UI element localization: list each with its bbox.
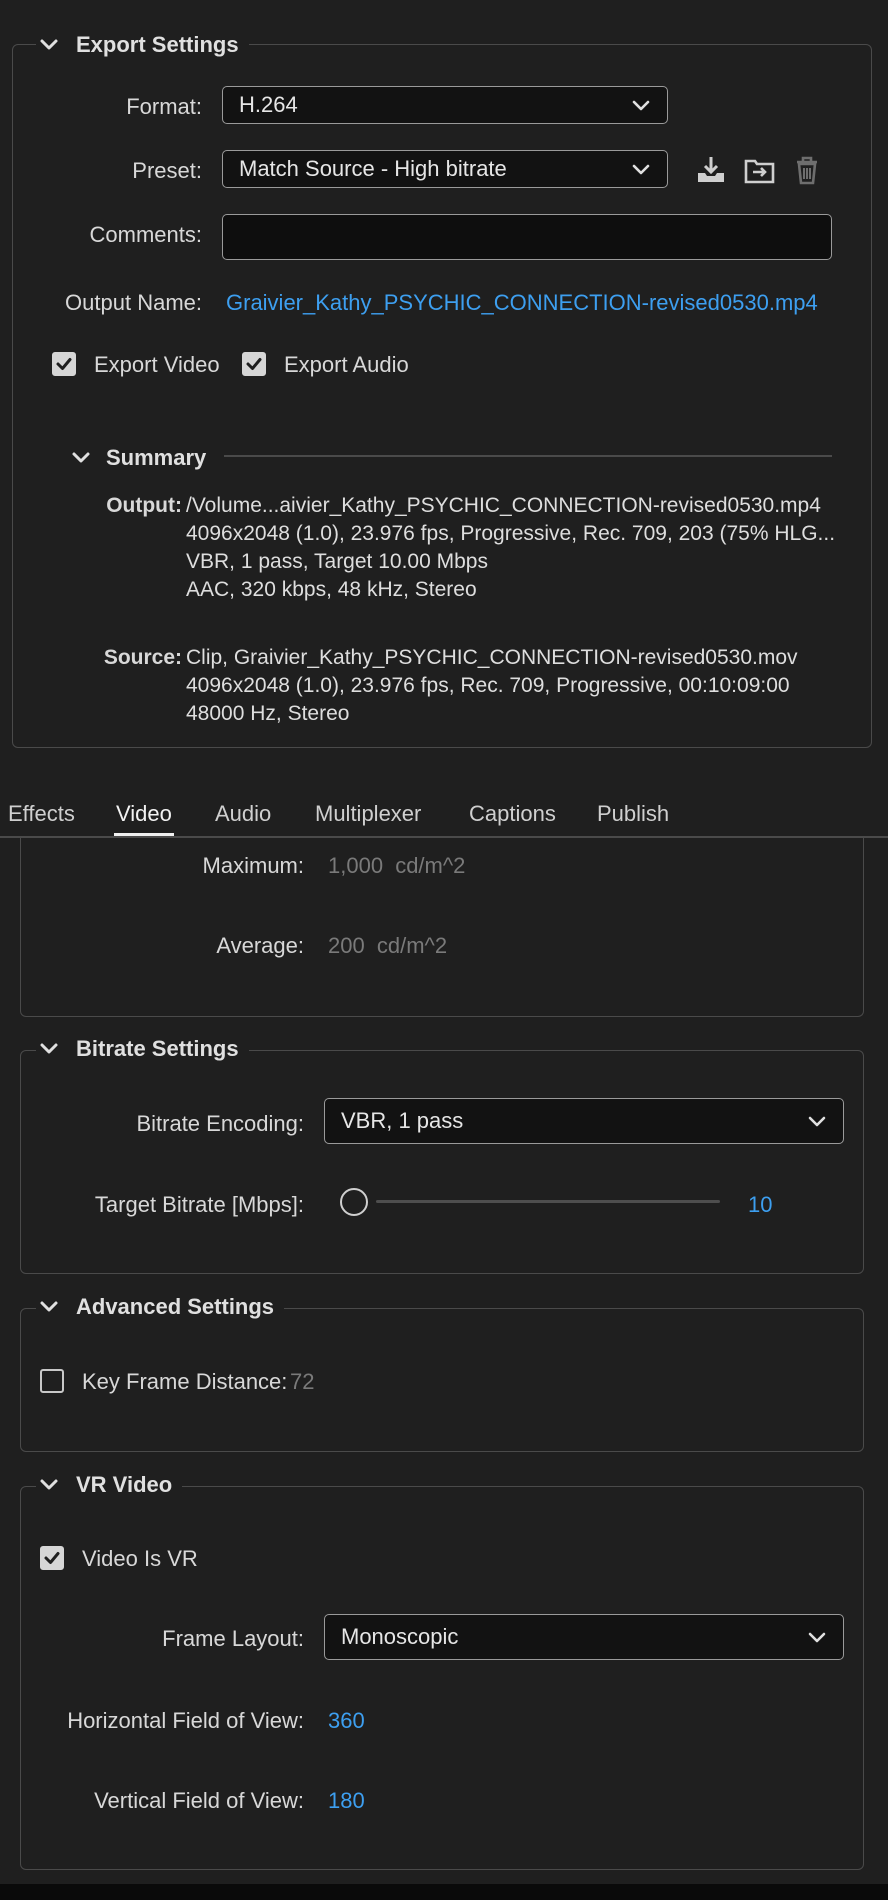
target-bitrate-slider-thumb[interactable] [340, 1188, 368, 1216]
summary-source-line: Clip, Graivier_Kathy_PSYCHIC_CONNECTION-… [186, 646, 798, 669]
comments-label: Comments: [89, 222, 202, 247]
comments-field[interactable] [222, 214, 832, 260]
frame-layout-value: Monoscopic [341, 1624, 459, 1649]
vertical-fov-value[interactable]: 180 [328, 1788, 365, 1814]
advanced-settings-title: Advanced Settings [76, 1294, 275, 1319]
bottom-edge [0, 1884, 888, 1900]
horizontal-fov-label: Horizontal Field of View: [67, 1708, 304, 1733]
average-value: 200 cd/m^2 [328, 933, 447, 959]
video-is-vr-label[interactable]: Video Is VR [82, 1546, 198, 1572]
summary-output-line: /Volume...aivier_Kathy_PSYCHIC_CONNECTIO… [186, 494, 821, 517]
keyframe-distance-value[interactable]: 72 [290, 1369, 314, 1395]
bitrate-settings-header[interactable]: Bitrate Settings [36, 1034, 249, 1064]
export-audio-checkbox[interactable] [242, 352, 266, 376]
maximum-value: 1,000 cd/m^2 [328, 853, 465, 879]
format-label: Format: [126, 94, 202, 119]
bitrate-encoding-label: Bitrate Encoding: [136, 1111, 304, 1136]
tab-video[interactable]: Video [116, 801, 172, 827]
format-value: H.264 [239, 92, 298, 117]
chevron-down-icon [629, 157, 653, 181]
maximum-unit: cd/m^2 [395, 853, 466, 878]
delete-preset-icon[interactable] [790, 153, 824, 187]
frame-layout-select[interactable]: Monoscopic [324, 1614, 844, 1660]
export-video-checkbox[interactable] [52, 352, 76, 376]
summary-output-line: VBR, 1 pass, Target 10.00 Mbps [186, 550, 488, 573]
checkmark-icon [56, 358, 72, 370]
summary-title: Summary [106, 445, 207, 470]
checkmark-icon [246, 358, 262, 370]
tab-effects[interactable]: Effects [8, 801, 75, 827]
average-label: Average: [216, 933, 304, 958]
chevron-down-icon [629, 93, 653, 117]
summary-output-line: AAC, 320 kbps, 48 kHz, Stereo [186, 578, 477, 601]
summary-output-label: Output: [106, 494, 182, 517]
vr-video-title: VR Video [76, 1472, 173, 1497]
target-bitrate-slider-track[interactable] [376, 1200, 720, 1203]
bitrate-encoding-select[interactable]: VBR, 1 pass [324, 1098, 844, 1144]
chevron-down-icon [805, 1109, 829, 1133]
preset-select[interactable]: Match Source - High bitrate [222, 150, 668, 188]
summary-divider [224, 455, 832, 457]
average-unit: cd/m^2 [376, 933, 448, 958]
keyframe-distance-checkbox[interactable] [40, 1369, 64, 1393]
summary-source-line: 48000 Hz, Stereo [186, 702, 350, 725]
chevron-down-icon[interactable] [36, 1472, 62, 1498]
maximum-number: 1,000 [328, 853, 384, 878]
tab-audio[interactable]: Audio [215, 801, 271, 827]
tab-multiplexer[interactable]: Multiplexer [315, 801, 421, 827]
vr-video-header[interactable]: VR Video [36, 1470, 183, 1500]
target-bitrate-value[interactable]: 10 [748, 1192, 772, 1218]
export-settings-header[interactable]: Export Settings [36, 30, 249, 60]
tab-captions[interactable]: Captions [469, 801, 556, 827]
summary-output-line: 4096x2048 (1.0), 23.976 fps, Progressive… [186, 522, 836, 545]
maximum-label: Maximum: [202, 853, 304, 878]
chevron-down-icon[interactable] [36, 1294, 62, 1320]
preset-label: Preset: [132, 158, 202, 183]
bitrate-encoding-value: VBR, 1 pass [341, 1108, 464, 1133]
import-preset-icon[interactable] [743, 153, 777, 187]
export-settings-title: Export Settings [76, 32, 239, 57]
summary-source-label: Source: [103, 646, 182, 669]
bitrate-settings-title: Bitrate Settings [76, 1036, 239, 1061]
chevron-down-icon[interactable] [68, 445, 94, 471]
output-name-label: Output Name: [65, 290, 202, 315]
format-select[interactable]: H.264 [222, 86, 668, 124]
save-preset-icon[interactable] [694, 153, 728, 187]
chevron-down-icon [805, 1625, 829, 1649]
keyframe-distance-label[interactable]: Key Frame Distance: [82, 1369, 287, 1395]
target-bitrate-label: Target Bitrate [Mbps]: [94, 1192, 304, 1217]
video-is-vr-checkbox[interactable] [40, 1546, 64, 1570]
checkmark-icon [44, 1552, 60, 1564]
chevron-down-icon[interactable] [36, 32, 62, 58]
output-name-link[interactable]: Graivier_Kathy_PSYCHIC_CONNECTION-revise… [226, 290, 818, 316]
advanced-settings-header[interactable]: Advanced Settings [36, 1292, 285, 1322]
average-number: 200 [328, 933, 365, 958]
frame-layout-label: Frame Layout: [162, 1626, 304, 1651]
bitrate-settings-group [20, 1050, 864, 1274]
preset-value: Match Source - High bitrate [239, 156, 507, 181]
horizontal-fov-value[interactable]: 360 [328, 1708, 365, 1734]
summary-header[interactable]: Summary [68, 443, 217, 473]
chevron-down-icon[interactable] [36, 1036, 62, 1062]
tab-publish[interactable]: Publish [597, 801, 669, 827]
summary-source-line: 4096x2048 (1.0), 23.976 fps, Rec. 709, P… [186, 674, 790, 697]
export-audio-label[interactable]: Export Audio [284, 352, 409, 378]
vertical-fov-label: Vertical Field of View: [94, 1788, 304, 1813]
export-video-label[interactable]: Export Video [94, 352, 220, 378]
